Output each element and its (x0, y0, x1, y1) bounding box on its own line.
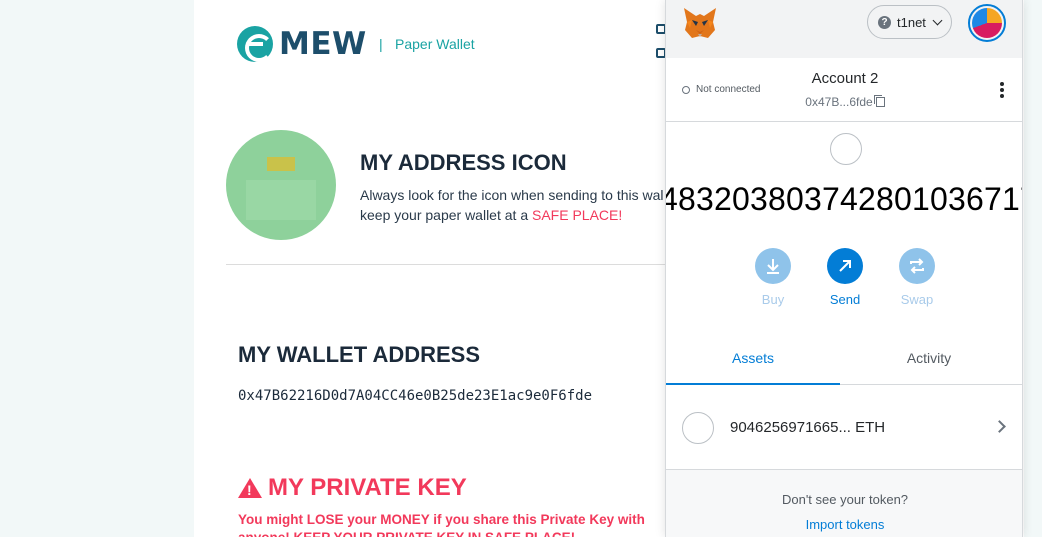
send-button[interactable]: Send (815, 248, 875, 307)
balance-display: 483203803742801036717 (665, 181, 1023, 217)
buy-label: Buy (761, 292, 785, 307)
account-name: Account 2 (811, 70, 879, 87)
tab-activity[interactable]: Activity (842, 336, 1016, 385)
asset-balance: 9046256971665... ETH (730, 419, 885, 436)
copy-icon (873, 95, 885, 107)
mew-logo-icon (237, 26, 273, 62)
account-address: 0x47B...6fde (805, 95, 873, 109)
address-icon-heading: MY ADDRESS ICON (360, 150, 567, 175)
eth-token-icon (682, 412, 714, 444)
warning-icon (238, 478, 262, 498)
address-icon-text-2: keep your paper wallet at a (360, 207, 532, 223)
mew-logo-text: MEW (279, 26, 367, 62)
network-name: t1net (897, 14, 926, 30)
download-icon (755, 248, 791, 284)
account-options-icon[interactable] (996, 82, 1008, 100)
dont-see-token-text: Don't see your token? (781, 492, 909, 507)
chevron-right-icon (993, 420, 1006, 433)
metamask-header: ? t1net (666, 0, 1022, 58)
wallet-tabs: Assets Activity (666, 336, 1022, 385)
address-icon-text-1: Always look for the icon when sending to… (360, 187, 664, 203)
chevron-down-icon (932, 15, 943, 25)
buy-button[interactable]: Buy (743, 248, 803, 307)
account-bar: Not connected Account 2 0x47B...6fde (666, 58, 1022, 122)
asset-list-item[interactable]: 9046256971665... ETH (666, 386, 1022, 470)
network-selector[interactable]: ? t1net (867, 5, 952, 39)
address-blockie-icon (226, 130, 336, 240)
network-question-icon: ? (878, 15, 891, 29)
swap-button[interactable]: Swap (887, 248, 947, 307)
metamask-popup: ? t1net Not connected Account 2 0x47B...… (665, 0, 1023, 537)
swap-icon (899, 248, 935, 284)
wallet-address-heading: MY WALLET ADDRESS (238, 342, 481, 367)
address-icon-description: Always look for the icon when sending to… (360, 185, 664, 225)
account-avatar[interactable] (968, 4, 1006, 42)
token-footer: Don't see your token? Import tokens (666, 470, 1022, 537)
send-label: Send (829, 292, 861, 307)
swap-label: Swap (900, 292, 934, 307)
token-logo-icon (830, 133, 862, 165)
page-tagline: Paper Wallet (395, 36, 475, 52)
import-tokens-link[interactable]: Import tokens (666, 517, 1022, 532)
asset-amount: 9046256971665... (730, 419, 851, 436)
asset-symbol: ETH (855, 419, 886, 436)
header-separator: | (379, 36, 383, 52)
metamask-fox-icon[interactable] (682, 6, 718, 40)
tab-assets[interactable]: Assets (666, 336, 840, 385)
private-key-heading: MY PRIVATE KEY (238, 474, 467, 502)
private-key-warning: You might LOSE your MONEY if you share t… (238, 512, 645, 537)
safe-place-text: SAFE PLACE! (532, 207, 623, 223)
account-address-copy[interactable]: 0x47B...6fde (666, 95, 1022, 109)
arrow-up-right-icon (827, 248, 863, 284)
wallet-address-value: 0x47B62216D0d7A04CC46e0B25de23E1ac9e0F6f… (238, 388, 593, 404)
mew-logo: MEW (237, 26, 367, 62)
identicon-icon (972, 8, 1002, 38)
private-key-heading-text: MY PRIVATE KEY (268, 474, 467, 501)
